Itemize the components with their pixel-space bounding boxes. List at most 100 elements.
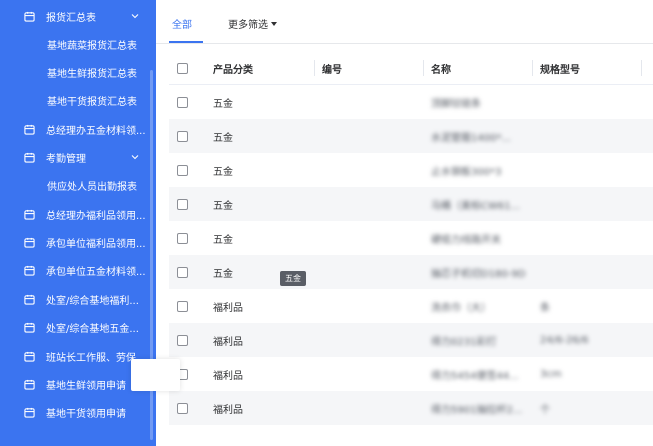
cell-name: 水泥管箍1400*...: [431, 132, 511, 144]
column-divider[interactable]: [423, 60, 424, 76]
row-select-cell: [177, 323, 188, 357]
sidebar-group-attendance[interactable]: 考勤管理: [0, 143, 150, 171]
sidebar-item-supply-attendance[interactable]: 供应处人员出勤报表: [0, 171, 150, 199]
row-select-cell: [177, 289, 188, 323]
column-divider[interactable]: [641, 60, 642, 76]
row-checkbox[interactable]: [177, 334, 188, 346]
calendar-icon: [24, 124, 35, 135]
cell-category: 五金: [213, 234, 233, 246]
row-checkbox[interactable]: [177, 402, 188, 414]
sidebar-item-label: 总经理办五金材料领...: [46, 125, 146, 137]
table-row[interactable]: 五金 止水钢板300*3: [169, 153, 653, 187]
cell-spec: 24/6-26/6: [540, 334, 589, 346]
sidebar-item-contractor-welfare[interactable]: 承包单位福利品领用...: [0, 228, 150, 256]
calendar-icon: [24, 322, 35, 333]
table-row[interactable]: 福利品 得力0231彩打 24/6-26/6: [169, 323, 653, 357]
app-window: 报货汇总表 基地蔬菜报货汇总表 基地生鲜报货汇总表 基地干货报货汇总表 总经理办…: [0, 0, 653, 446]
column-divider[interactable]: [314, 60, 315, 76]
cell-name: 顶脚铰链条: [431, 98, 481, 110]
row-checkbox[interactable]: [177, 266, 188, 278]
sidebar-item-contractor-hardware[interactable]: 承包单位五金材料领...: [0, 256, 150, 284]
cell-spec: [540, 85, 640, 119]
sidebar-item-base-dry-request[interactable]: 基地干货领用申请: [0, 398, 150, 426]
calendar-icon: [24, 11, 35, 22]
table-row[interactable]: 福利品 得力5901抽拉杆2... 个: [169, 391, 653, 425]
sidebar-item-team-workwear[interactable]: 班站长工作服、劳保...: [0, 342, 150, 370]
cell-code: [322, 323, 422, 357]
row-select-cell: [177, 391, 188, 425]
column-header[interactable]: 名称: [431, 51, 451, 85]
row-checkbox[interactable]: [177, 198, 188, 210]
main-content: 全部 更多筛选 产品分类 编号 名称 规格型号 五金 顶脚铰链条 五金 水泥管箍1400*..…: [156, 0, 653, 446]
calendar-icon: [24, 407, 35, 418]
table-row[interactable]: 福利品 得力5454便签44... 3cm: [169, 357, 653, 391]
calendar-icon: [24, 265, 35, 276]
sidebar-item-office-hardware[interactable]: 处室/综合基地五金...: [0, 313, 150, 341]
calendar-icon: [24, 237, 35, 248]
drag-ghost: [131, 359, 180, 391]
sidebar-item-office-welfare[interactable]: 处室/综合基地福利...: [0, 285, 150, 313]
tab-more-filter[interactable]: 更多筛选: [228, 16, 277, 31]
cell-code: [322, 391, 422, 425]
table-row[interactable]: 五金 硬缆力线路开关: [169, 221, 653, 255]
cell-code: [322, 221, 422, 255]
sidebar-group-report-summary[interactable]: 报货汇总表: [0, 2, 150, 30]
sidebar-item-gm-hardware[interactable]: 总经理办五金材料领...: [0, 115, 150, 143]
caret-down-icon: [271, 22, 277, 26]
sidebar-item-label: 基地干货领用申请: [46, 408, 126, 420]
row-select-cell: [177, 255, 188, 289]
column-header[interactable]: 产品分类: [213, 51, 253, 85]
row-checkbox[interactable]: [177, 300, 188, 312]
cell-code: [322, 153, 422, 187]
filter-tabs: 全部 更多筛选: [156, 0, 653, 44]
cell-name: 得力0231彩打: [431, 336, 497, 348]
table-row[interactable]: 福利品 洗衣巾（大） 条: [169, 289, 653, 323]
cell-name: 洗衣巾（大）: [431, 302, 491, 314]
cell-name: 得力5901抽拉杆2...: [431, 404, 523, 416]
tab-more-filter-label: 更多筛选: [228, 20, 268, 31]
table-row[interactable]: 五金 马桶（美标CW61...: [169, 187, 653, 221]
row-checkbox[interactable]: [177, 130, 188, 142]
column-divider[interactable]: [532, 60, 533, 76]
chevron-down-icon: [131, 155, 139, 160]
sidebar-item-label: 承包单位五金材料领...: [46, 266, 146, 278]
cell-spec: 条: [540, 302, 550, 314]
sidebar-item-gm-welfare[interactable]: 总经理办福利品领用...: [0, 200, 150, 228]
cell-category: 福利品: [213, 370, 243, 382]
cell-category: 五金: [213, 200, 233, 212]
sidebar-item-base-dry-summary[interactable]: 基地干货报货汇总表: [0, 86, 150, 114]
table-row[interactable]: 五金 水泥管箍1400*...: [169, 119, 653, 153]
active-tab-indicator: [169, 41, 203, 43]
row-checkbox[interactable]: [177, 164, 188, 176]
row-select-cell: [177, 153, 188, 187]
cell-code: [322, 289, 422, 323]
sidebar-item-label: 基地蔬菜报货汇总表: [47, 40, 137, 52]
select-all-checkbox[interactable]: [177, 62, 188, 74]
tab-all[interactable]: 全部: [172, 16, 192, 31]
cell-code: [322, 255, 422, 289]
table-row[interactable]: 五金 抽芯子机切D180-9D: [169, 255, 653, 289]
cell-spec: 3cm: [540, 368, 562, 380]
sidebar-item-base-fresh-summary[interactable]: 基地生鲜报货汇总表: [0, 58, 150, 86]
cell-spec: 个: [540, 404, 550, 416]
column-header[interactable]: 规格型号: [540, 51, 580, 85]
row-checkbox[interactable]: [177, 232, 188, 244]
calendar-icon: [24, 209, 35, 220]
sidebar-item-base-vegetable-summary[interactable]: 基地蔬菜报货汇总表: [0, 30, 150, 58]
table-row[interactable]: 五金 顶脚铰链条: [169, 85, 653, 119]
sidebar-item-base-fresh-request[interactable]: 基地生鲜领用申请: [0, 370, 150, 398]
sidebar-item-label: 基地干货报货汇总表: [47, 96, 137, 108]
chevron-down-icon: [131, 14, 139, 19]
cell-name: 得力5454便签44...: [431, 370, 519, 382]
row-checkbox[interactable]: [177, 96, 188, 108]
column-header[interactable]: 编号: [322, 51, 342, 85]
cell-code: [322, 119, 422, 153]
sidebar-item-label: 处室/综合基地福利...: [46, 295, 139, 307]
cell-spec: [540, 119, 640, 153]
cell-code: [322, 187, 422, 221]
cell-spec: [540, 187, 640, 221]
cell-spec: [540, 221, 640, 255]
sidebar-item-label: 供应处人员出勤报表: [47, 181, 137, 193]
cell-name: 抽芯子机切D180-9D: [431, 268, 526, 280]
calendar-icon: [24, 152, 35, 163]
